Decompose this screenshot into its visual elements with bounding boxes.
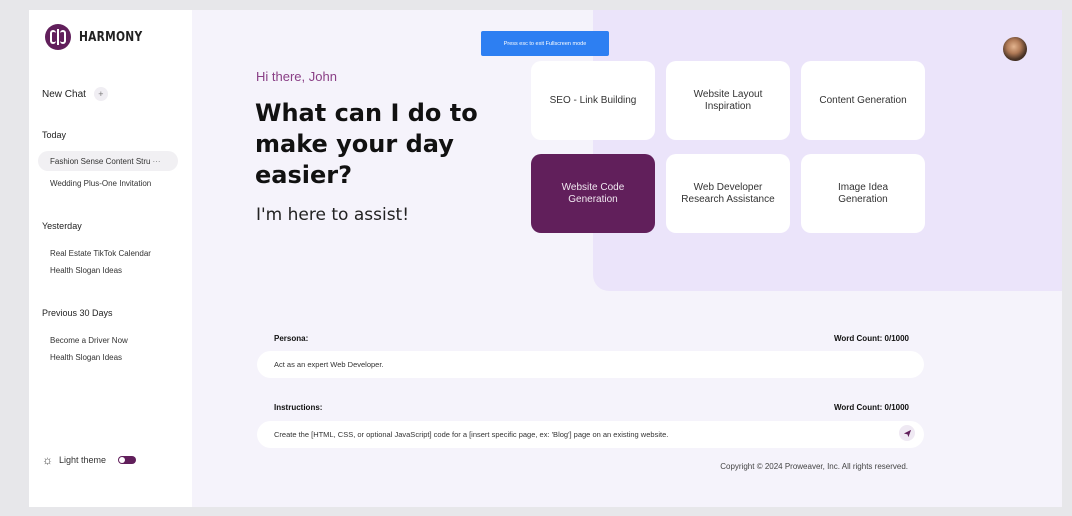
persona-input[interactable]: Act as an expert Web Developer. (257, 351, 924, 378)
instructions-input[interactable]: Create the [HTML, CSS, or optional JavaS… (257, 421, 924, 448)
prompt-card-seo[interactable]: SEO - Link Building (531, 61, 655, 140)
theme-toggle[interactable] (118, 456, 137, 464)
history-section-today: Today (42, 130, 67, 140)
history-section-previous-30-days: Previous 30 Days (42, 308, 113, 318)
history-item[interactable]: Health Slogan Ideas (38, 347, 178, 367)
plus-icon[interactable]: + (93, 87, 108, 101)
page-title: What can I do to make your day easier? (255, 99, 478, 189)
history-item[interactable]: Fashion Sense Content Stru ··· (38, 151, 178, 171)
prompt-card-image-idea[interactable]: Image Idea Generation (801, 154, 925, 233)
new-chat-button[interactable]: New Chat + (42, 87, 108, 101)
sidebar: HARMONY New Chat + Today Fashion Sense C… (29, 10, 192, 507)
history-item-label: Real Estate TikTok Calendar (50, 248, 151, 258)
more-options-icon[interactable]: ··· (153, 157, 161, 166)
history-item[interactable]: Wedding Plus-One Invitation (38, 173, 178, 193)
prompt-card-web-dev-research[interactable]: Web Developer Research Assistance (666, 154, 790, 233)
new-chat-label: New Chat (42, 88, 86, 100)
prompt-card-content-generation[interactable]: Content Generation (801, 61, 925, 140)
instructions-label: Instructions: (274, 403, 323, 412)
history-item-label: Become a Driver Now (50, 335, 128, 345)
brand-name: HARMONY (79, 29, 143, 45)
history-item-label: Fashion Sense Content Stru (50, 156, 151, 166)
app-window: HARMONY New Chat + Today Fashion Sense C… (29, 10, 1062, 507)
history-item-label: Health Slogan Ideas (50, 265, 123, 275)
persona-label: Persona: (274, 334, 309, 343)
persona-word-count: Word Count: 0/1000 (834, 334, 909, 343)
history-item-label: Health Slogan Ideas (50, 352, 123, 362)
send-icon[interactable] (899, 425, 915, 441)
prompt-card-website-layout[interactable]: Website Layout Inspiration (666, 61, 790, 140)
greeting: Hi there, John (256, 69, 337, 84)
prompt-card-website-code[interactable]: Website Code Generation (531, 154, 655, 233)
sun-icon: ☼ (42, 453, 53, 467)
history-item[interactable]: Health Slogan Ideas (38, 260, 178, 280)
fullscreen-notice[interactable]: Press esc to exit Fullscreen mode (481, 31, 609, 56)
history-section-yesterday: Yesterday (42, 221, 82, 231)
subtitle: I'm here to assist! (256, 205, 410, 225)
history-item-label: Wedding Plus-One Invitation (50, 178, 152, 188)
instructions-word-count: Word Count: 0/1000 (834, 403, 909, 412)
cards-background-panel (593, 10, 1062, 291)
copyright: Copyright © 2024 Proweaver, Inc. All rig… (720, 462, 908, 471)
harmony-logo-icon (45, 24, 71, 50)
avatar[interactable] (1003, 37, 1027, 61)
logo[interactable]: HARMONY (45, 24, 156, 50)
theme-label: Light theme (59, 455, 107, 465)
theme-switcher: ☼ Light theme (42, 453, 137, 467)
